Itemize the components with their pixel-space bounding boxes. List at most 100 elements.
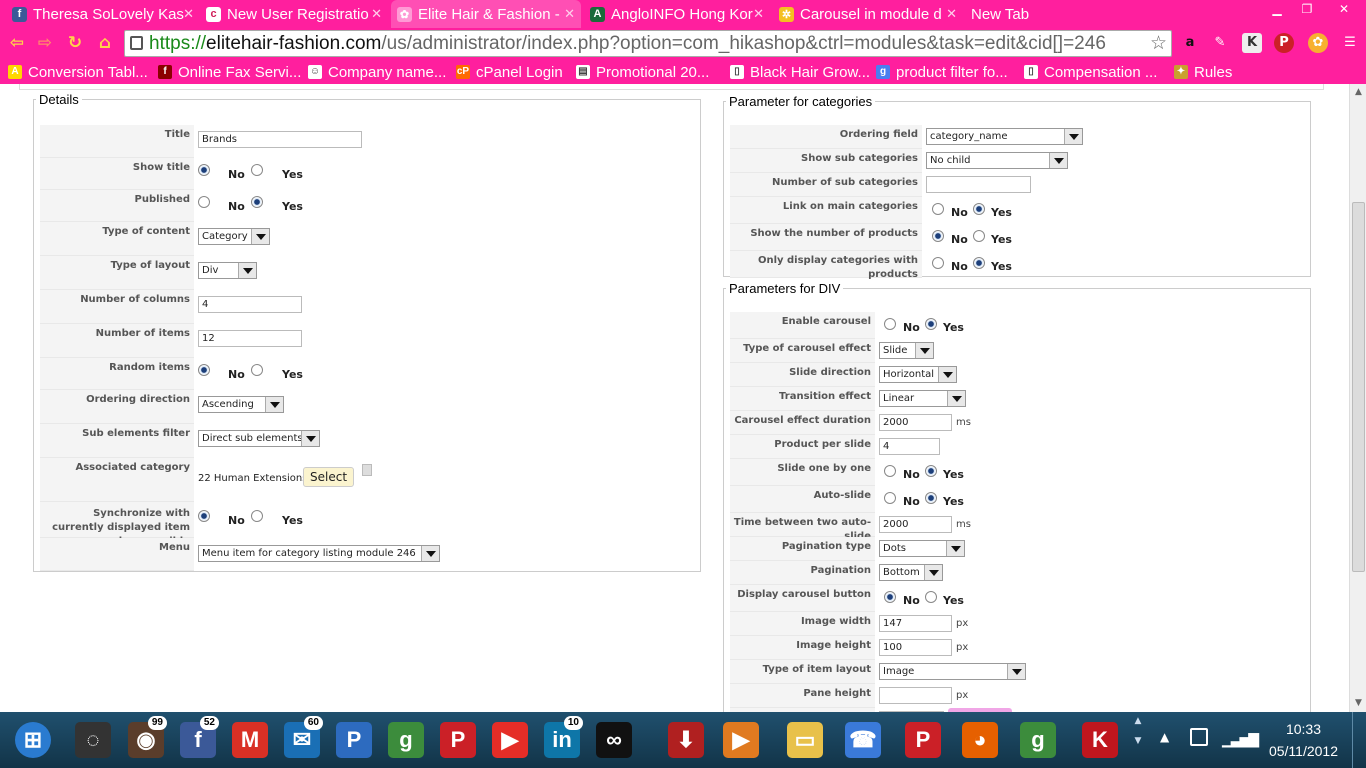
enable-carousel-yes-radio[interactable] [925,318,937,330]
taskbar-folder-icon[interactable]: ▭ [782,716,828,764]
tab-5[interactable]: ✲ Carousel in module d ✕ [773,0,963,28]
menu-select[interactable]: Menu item for category listing module 24… [198,545,440,562]
taskbar-kaspersky-icon[interactable]: K [1077,716,1123,764]
type-content-select[interactable]: Category [198,228,270,245]
restore-button[interactable]: ❐ [1292,0,1322,20]
forward-button[interactable]: ⇨ [36,34,54,52]
taskbar-scroll[interactable]: ▲ ▼ [1130,716,1146,764]
pagination-type-select[interactable]: Dots [879,540,965,557]
per-slide-input[interactable]: 4 [879,438,940,455]
show-desktop-button[interactable] [1352,712,1366,768]
link-main-yes-radio[interactable] [973,203,985,215]
auto-slide-yes-radio[interactable] [925,492,937,504]
tab-6[interactable]: New Tab [965,0,1029,28]
tools-icon[interactable]: ✎ [1210,33,1230,53]
show-sub-select[interactable]: No child [926,152,1068,169]
enable-carousel-no-radio[interactable] [884,318,896,330]
signal-icon[interactable]: ▁▃▅▇ [1222,732,1259,748]
bookmark-item[interactable]: ☺ Company name... [308,62,446,82]
display-btn-yes-radio[interactable] [925,591,937,603]
scrollbar-thumb[interactable] [1352,202,1365,572]
sync-no-radio[interactable] [198,510,210,522]
ordering-dir-select[interactable]: Ascending [198,396,284,413]
select-button[interactable]: Select [303,467,355,487]
taskbar-tweetdeck-icon[interactable]: ✉ 60 [279,716,325,764]
tab-4[interactable]: A AngloINFO Hong Kor ✕ [584,0,770,28]
bookmark-item[interactable]: ▤ Promotional 20... [576,62,709,82]
trash-icon[interactable] [362,464,372,476]
item-layout-select[interactable]: Image [879,663,1026,680]
taskbar-download-tv-icon[interactable]: ⬇ [663,716,709,764]
bookmark-item[interactable]: f Online Fax Servi... [158,62,301,82]
published-yes-radio[interactable] [251,196,263,208]
title-input[interactable]: Brands [198,131,362,148]
one-by-one-yes-radio[interactable] [925,465,937,477]
time-between-input[interactable]: 2000 [879,516,952,533]
pane-height-input[interactable] [879,687,952,704]
tray-expand-icon[interactable]: ▲ [1160,730,1169,744]
num-items-input[interactable]: 12 [198,330,302,347]
close-tab-icon[interactable]: ✕ [183,6,194,22]
taskbar-chrome-circle-icon[interactable]: ◌ [70,716,116,764]
published-no-radio[interactable] [198,196,210,208]
taskbar-gmail-icon[interactable]: M [227,716,273,764]
bookmark-item[interactable]: ✦ Rules [1174,62,1232,82]
amazon-icon[interactable]: a [1180,33,1200,53]
close-tab-icon[interactable]: ✕ [753,6,764,22]
taskbar-chrome-google-icon[interactable]: g [1015,716,1061,764]
bookmark-item[interactable]: A Conversion Tabl... [8,62,148,82]
random-no-radio[interactable] [198,364,210,376]
bookmark-item[interactable]: cP cPanel Login [456,62,563,82]
reload-button[interactable]: ↻ [66,34,84,52]
transition-select[interactable]: Linear [879,390,966,407]
taskbar-media-player-icon[interactable]: ▶ [718,716,764,764]
close-tab-icon[interactable]: ✕ [371,6,382,22]
page-scrollbar[interactable]: ▲ ▼ [1349,84,1366,712]
taskbar-pandora-icon[interactable]: P [331,716,377,764]
back-button[interactable]: ⇦ [8,34,26,52]
random-yes-radio[interactable] [251,364,263,376]
close-tab-icon[interactable]: ✕ [564,6,575,22]
pinterest-extension-icon[interactable]: P [1274,33,1294,53]
duration-input[interactable]: 2000 [879,414,952,431]
taskbar-linkedin-icon[interactable]: in 10 [539,716,585,764]
taskbar-google-plus-icon[interactable]: g [383,716,429,764]
link-main-no-radio[interactable] [932,203,944,215]
tab-1[interactable]: f Theresa SoLovely Kas ✕ [6,0,200,28]
taskbar-instagram-icon[interactable]: ◉ 99 [123,716,169,764]
taskbar-youtube-icon[interactable]: ▶ [487,716,533,764]
img-height-input[interactable]: 100 [879,639,952,656]
ordering-field-select[interactable]: category_name [926,128,1083,145]
show-num-products-no-radio[interactable] [932,230,944,242]
one-by-one-no-radio[interactable] [884,465,896,477]
num-columns-input[interactable]: 4 [198,296,302,313]
taskbar-infinity-icon[interactable]: ∞ [591,716,637,764]
menu-wrench-icon[interactable]: ☰ [1340,33,1360,53]
carousel-effect-select[interactable]: Slide [879,342,934,359]
address-bar[interactable]: https://elitehair-fashion.com/us/adminis… [124,30,1172,57]
taskbar-start-button[interactable]: ⊞ [10,716,56,764]
taskbar-pinterest-browser-icon[interactable]: P [900,716,946,764]
show-title-no-radio[interactable] [198,164,210,176]
num-sub-input[interactable] [926,176,1031,193]
tab-3[interactable]: ✿ Elite Hair & Fashion - ✕ [391,0,581,28]
system-clock[interactable]: 10:33 05/11/2012 [1269,718,1338,762]
tab-2[interactable]: c New User Registratio ✕ [200,0,388,28]
k-extension-icon[interactable]: K [1242,33,1262,53]
only-display-no-radio[interactable] [932,257,944,269]
taskbar-phone-mail-icon[interactable]: ☎ [840,716,886,764]
taskbar-pinterest-icon[interactable]: P [435,716,481,764]
bookmark-star-icon[interactable]: ☆ [1150,31,1167,56]
home-button[interactable]: ⌂ [96,34,114,52]
show-num-products-yes-radio[interactable] [973,230,985,242]
bookmark-item[interactable]: ▯ Compensation ... [1024,62,1157,82]
sync-yes-radio[interactable] [251,510,263,522]
bookmark-item[interactable]: ▯ Black Hair Grow... [730,62,870,82]
scroll-down-icon[interactable]: ▼ [1350,695,1366,712]
close-window-button[interactable]: ✕ [1322,0,1366,20]
auto-slide-no-radio[interactable] [884,492,896,504]
only-display-yes-radio[interactable] [973,257,985,269]
img-width-input[interactable]: 147 [879,615,952,632]
bookmark-item[interactable]: g product filter fo... [876,62,1008,82]
battery-icon[interactable] [1190,728,1208,746]
